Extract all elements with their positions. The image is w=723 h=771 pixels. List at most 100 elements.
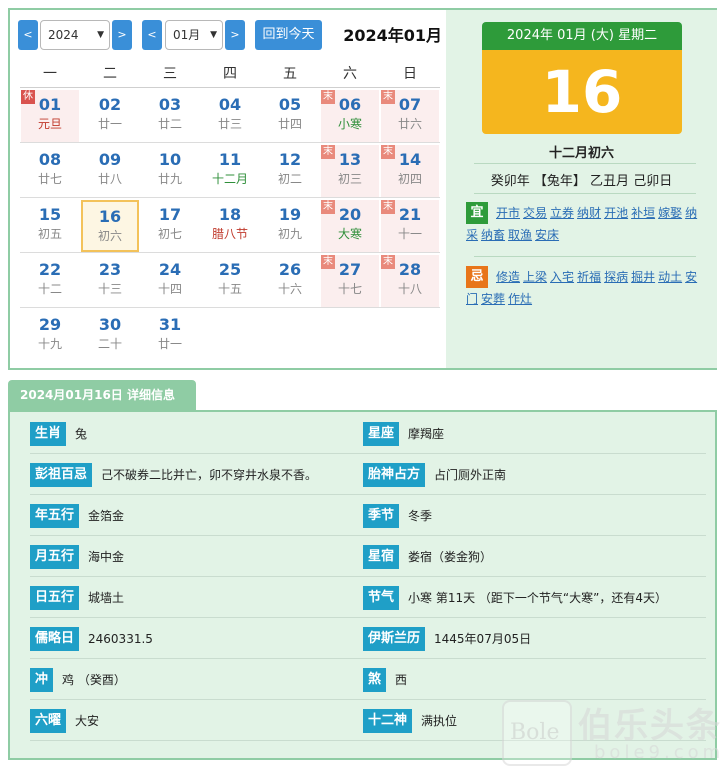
calendar-day[interactable]: 末 14 初四 [381,145,439,197]
calendar-day[interactable]: 08 廿七 [21,145,79,197]
detail-label: 星座 [363,422,400,446]
lunar-day: 廿一 [97,117,122,131]
next-month-button[interactable]: > [225,20,245,50]
calendar-day[interactable]: 12 初二 [261,145,319,197]
calendar-day[interactable]: 25 十五 [201,255,259,307]
month-select[interactable]: 01月 ▼ [165,20,223,50]
lunar-day: 腊八节 [211,227,248,241]
calendar-day[interactable]: 03 廿二 [141,90,199,142]
day-number: 30 [98,315,122,334]
calendar-toolbar: < 2024 ▼ > < 01月 ▼ > 回到今天 2024年01月 [18,18,442,52]
weekday-label: 四 [223,66,237,82]
yi-activity-link[interactable]: 开市 [496,206,520,220]
suitable-list: 开市 交易 立券 纳财 开池 补垣 嫁娶 纳采 纳畜 取渔 安床 [466,206,697,242]
calendar-day[interactable]: 09 廿八 [81,145,139,197]
ji-activity-link[interactable]: 祈福 [577,270,601,284]
ji-activity-link[interactable]: 入宅 [550,270,574,284]
weekend-tag: 末 [381,90,395,104]
yi-activity-link[interactable]: 取渔 [508,228,532,242]
prev-month-button[interactable]: < [142,20,162,50]
day-number: 31 [158,315,182,334]
calendar-day[interactable]: 末 20 大寒 [321,200,379,252]
calendar-day[interactable]: 11 十二月 [201,145,259,197]
calendar-week-row: 29 十九 30 二十 31 廿一 [20,308,440,363]
selected-date-card: 2024年 01月 (大) 星期二 16 [482,22,682,134]
calendar-day[interactable]: 休 01 元旦 [21,90,79,142]
calendar-day[interactable]: 10 廿九 [141,145,199,197]
weekend-tag: 末 [321,200,335,214]
calendar-day[interactable]: 05 廿四 [261,90,319,142]
calendar-day-today[interactable]: 16 初六 [81,200,139,252]
lunar-day: 十二 [37,282,62,296]
detail-value: 大安 [75,714,100,728]
detail-info-tab[interactable]: 2024月01月16日 详细信息 [8,380,196,410]
calendar-day[interactable]: 22 十二 [21,255,79,307]
calendar-day[interactable]: 31 廿一 [141,310,199,362]
calendar-day[interactable]: 末 27 十七 [321,255,379,307]
ji-activity-link[interactable]: 动土 [658,270,682,284]
lunar-day: 初四 [397,172,422,186]
detail-label: 星宿 [363,545,400,569]
detail-label: 儒略日 [30,627,80,651]
calendar-day[interactable]: 15 初五 [21,200,79,252]
yi-activity-link[interactable]: 开池 [604,206,628,220]
detail-item: 彭祖百忌 己不破券二比并亡，卯不穿井水泉不香。 [30,463,317,487]
day-number: 15 [38,205,62,224]
back-to-today-button[interactable]: 回到今天 [255,20,322,50]
lunar-day: 廿七 [37,172,62,186]
calendar-day[interactable]: 30 二十 [81,310,139,362]
detail-row: 彭祖百忌 己不破券二比并亡，卯不穿井水泉不香。 胎神占方 占门厕外正南 [30,454,706,495]
calendar-day[interactable]: 29 十九 [21,310,79,362]
detail-value: 己不破券二比并亡，卯不穿井水泉不香。 [101,468,318,482]
detail-value: 小寒 第11天 （距下一个节气“大寒”，还有4天） [408,591,667,605]
avoid-section: 忌修造 上梁 入宅 祈福 探病 掘井 动土 安门 安葬 作灶 [466,266,698,310]
calendar-day[interactable]: 26 十六 [261,255,319,307]
lunar-day: 二十 [97,337,122,351]
yi-activity-link[interactable]: 交易 [523,206,547,220]
day-number: 19 [278,205,302,224]
ji-activity-link[interactable]: 修造 [496,270,520,284]
calendar-day[interactable]: 末 06 小寒 [321,90,379,142]
detail-label: 季节 [363,504,400,528]
yi-activity-link[interactable]: 补垣 [631,206,655,220]
lunar-day: 初七 [157,227,182,241]
ji-activity-link[interactable]: 上梁 [523,270,547,284]
calendar-day[interactable]: 04 廿三 [201,90,259,142]
day-number: 23 [98,260,122,279]
yi-activity-link[interactable]: 纳财 [577,206,601,220]
calendar-day[interactable]: 末 13 初三 [321,145,379,197]
ji-activity-link[interactable]: 掘井 [631,270,655,284]
detail-item: 星宿 娄宿（娄金狗） [363,545,492,569]
ji-activity-link[interactable]: 安葬 [481,292,505,306]
yi-activity-link[interactable]: 立券 [550,206,574,220]
year-select[interactable]: 2024 ▼ [40,20,110,50]
day-number: 29 [38,315,62,334]
detail-item: 冲鸡 （癸酉） [30,668,126,692]
calendar-day[interactable]: 18 腊八节 [201,200,259,252]
next-year-button[interactable]: > [112,20,132,50]
calendar-day[interactable]: 末 28 十八 [381,255,439,307]
day-number: 18 [218,205,242,224]
detail-row: 儒略日 2460331.5 伊斯兰历 1445年07月05日 [30,618,706,659]
yi-activity-link[interactable]: 嫁娶 [658,206,682,220]
calendar-day[interactable]: 24 十四 [141,255,199,307]
detail-label: 节气 [363,586,400,610]
calendar-day[interactable]: 末 21 十一 [381,200,439,252]
calendar-day[interactable]: 23 十三 [81,255,139,307]
calendar-day[interactable]: 02 廿一 [81,90,139,142]
ji-activity-link[interactable]: 作灶 [508,292,532,306]
detail-value: 兔 [75,427,88,441]
detail-row: 冲鸡 （癸酉） 煞西 [30,659,706,700]
day-number: 02 [98,95,122,114]
lunar-day: 元旦 [37,117,62,131]
prev-year-button[interactable]: < [18,20,38,50]
calendar-week-row: 15 初五 16 初六 17 初七 18 腊八节 19 初九 末 20 大寒末 21 十一 [20,198,440,253]
calendar-day[interactable]: 19 初九 [261,200,319,252]
lunar-day: 十五 [217,282,242,296]
yi-activity-link[interactable]: 纳畜 [481,228,505,242]
calendar-day[interactable]: 末 07 廿六 [381,90,439,142]
detail-label: 生肖 [30,422,67,446]
yi-activity-link[interactable]: 安床 [535,228,559,242]
calendar-day[interactable]: 17 初七 [141,200,199,252]
ji-activity-link[interactable]: 探病 [604,270,628,284]
